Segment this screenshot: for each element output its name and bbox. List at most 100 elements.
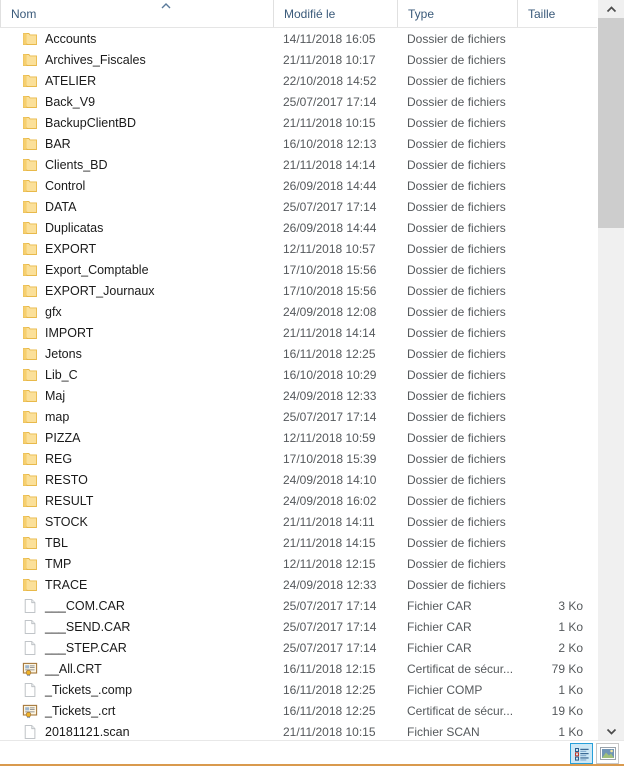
file-type-cell: Dossier de fichiers (407, 472, 506, 487)
file-size-cell: 79 Ko (551, 661, 583, 676)
vertical-scrollbar[interactable] (597, 0, 624, 766)
table-row[interactable]: Jetons 16/11/2018 12:25 Dossier de fichier… (0, 343, 597, 364)
folder-icon (22, 430, 38, 446)
table-row[interactable]: RESULT 24/09/2018 16:02 Dossier de fichier… (0, 490, 597, 511)
file-name-label: TBL (45, 535, 68, 550)
file-modified-cell: 21/11/2018 14:11 (283, 514, 375, 529)
file-name-cell: BackupClientBD (0, 115, 273, 131)
file-type-cell: Dossier de fichiers (407, 220, 506, 235)
file-name-label: gfx (45, 304, 62, 319)
file-type-cell: Certificat de sécur... (407, 661, 514, 676)
file-list[interactable]: Accounts 14/11/2018 16:05 Dossier de fichi… (0, 28, 597, 766)
table-row[interactable]: DATA 25/07/2017 17:14 Dossier de fichiers (0, 196, 597, 217)
table-row[interactable]: Accounts 14/11/2018 16:05 Dossier de fichi… (0, 28, 597, 49)
folder-icon (22, 367, 38, 383)
file-modified-cell: 16/10/2018 12:13 (283, 136, 377, 151)
blank-document-icon (22, 640, 38, 656)
table-row[interactable]: TBL 21/11/2018 14:15 Dossier de fichiers (0, 532, 597, 553)
folder-icon (22, 199, 38, 215)
file-name-label: BAR (45, 136, 71, 151)
table-row[interactable]: Lib_C 16/10/2018 10:29 Dossier de fichiers (0, 364, 597, 385)
file-type-cell: Dossier de fichiers (407, 136, 506, 151)
table-row[interactable]: RESTO 24/09/2018 14:10 Dossier de fichiers (0, 469, 597, 490)
column-header-name[interactable]: Nom (0, 0, 273, 27)
file-name-cell: TBL (0, 535, 273, 551)
table-row[interactable]: IMPORT 21/11/2018 14:14 Dossier de fichier… (0, 322, 597, 343)
table-row[interactable]: ___STEP.CAR 25/07/2017 17:14 Fichier CAR 2 … (0, 637, 597, 658)
table-row[interactable]: Duplicatas 26/09/2018 14:44 Dossier de fic… (0, 217, 597, 238)
file-name-cell: Archives_Fiscales (0, 52, 273, 68)
file-name-label: EXPORT (45, 241, 97, 256)
file-name-cell: ___SEND.CAR (0, 619, 273, 635)
table-row[interactable]: ___SEND.CAR 25/07/2017 17:14 Fichier CAR 1 … (0, 616, 597, 637)
file-size-cell: 3 Ko (558, 598, 583, 613)
scrollbar-thumb[interactable] (598, 18, 624, 228)
file-modified-cell: 26/09/2018 14:44 (283, 178, 377, 193)
file-modified-cell: 16/11/2018 12:15 (283, 661, 376, 676)
file-name-label: _Tickets_.comp (45, 682, 133, 697)
table-row[interactable]: Archives_Fiscales 21/11/2018 10:17 Dossier… (0, 49, 597, 70)
table-row[interactable]: STOCK 21/11/2018 14:11 Dossier de fichiers (0, 511, 597, 532)
file-name-label: map (45, 409, 70, 424)
file-type-cell: Dossier de fichiers (407, 283, 506, 298)
blank-document-icon (22, 619, 38, 635)
folder-icon (22, 304, 38, 320)
table-row[interactable]: EXPORT_Journaux 17/10/2018 15:56 Dossier d… (0, 280, 597, 301)
file-modified-cell: 17/10/2018 15:56 (283, 283, 377, 298)
blank-document-icon (22, 682, 38, 698)
table-row[interactable]: ATELIER 22/10/2018 14:52 Dossier de fichie… (0, 70, 597, 91)
folder-icon (22, 556, 38, 572)
file-name-cell: REG (0, 451, 273, 467)
file-name-label: Control (45, 178, 86, 193)
column-header-size-label: Taille (528, 6, 556, 21)
file-name-label: STOCK (45, 514, 88, 529)
table-row[interactable]: gfx 24/09/2018 12:08 Dossier de fichiers (0, 301, 597, 322)
file-name-label: Accounts (45, 31, 97, 46)
table-row[interactable]: map 25/07/2017 17:14 Dossier de fichiers (0, 406, 597, 427)
scroll-up-button[interactable] (598, 0, 624, 18)
table-row[interactable]: BAR 16/10/2018 12:13 Dossier de fichiers (0, 133, 597, 154)
column-header-modified[interactable]: Modifié le (273, 0, 397, 27)
table-row[interactable]: _Tickets_.crt 16/11/2018 12:25 Certificat … (0, 700, 597, 721)
large-icons-view-button[interactable] (596, 743, 619, 764)
file-type-cell: Fichier SCAN (407, 724, 480, 739)
file-type-cell: Dossier de fichiers (407, 430, 506, 445)
table-row[interactable]: TRACE 24/09/2018 12:33 Dossier de fichiers (0, 574, 597, 595)
file-name-label: BackupClientBD (45, 115, 137, 130)
table-row[interactable]: Export_Comptable 17/10/2018 15:56 Dossier … (0, 259, 597, 280)
file-type-cell: Dossier de fichiers (407, 451, 506, 466)
file-modified-cell: 21/11/2018 14:14 (283, 325, 376, 340)
table-row[interactable]: Maj 24/09/2018 12:33 Dossier de fichiers (0, 385, 597, 406)
folder-icon (22, 514, 38, 530)
table-row[interactable]: __All.CRT 16/11/2018 12:15 Certificat de s… (0, 658, 597, 679)
table-row[interactable]: Control 26/09/2018 14:44 Dossier de fichie… (0, 175, 597, 196)
file-name-label: Duplicatas (45, 220, 104, 235)
table-row[interactable]: Clients_BD 21/11/2018 14:14 Dossier de fic… (0, 154, 597, 175)
file-name-cell: Back_V9 (0, 94, 273, 110)
folder-icon (22, 31, 38, 47)
table-row[interactable]: 20181121.scan 21/11/2018 10:15 Fichier SCA… (0, 721, 597, 742)
table-row[interactable]: REG 17/10/2018 15:39 Dossier de fichiers (0, 448, 597, 469)
table-row[interactable]: TMP 12/11/2018 12:15 Dossier de fichiers (0, 553, 597, 574)
file-type-cell: Dossier de fichiers (407, 493, 506, 508)
table-row[interactable]: BackupClientBD 21/11/2018 10:15 Dossier de… (0, 112, 597, 133)
file-name-label: Maj (45, 388, 66, 403)
file-type-cell: Fichier CAR (407, 619, 472, 634)
file-size-cell: 19 Ko (551, 703, 583, 718)
table-row[interactable]: ___COM.CAR 25/07/2017 17:14 Fichier CAR 3 K… (0, 595, 597, 616)
file-name-cell: BAR (0, 136, 273, 152)
file-type-cell: Dossier de fichiers (407, 556, 506, 571)
table-row[interactable]: PIZZA 12/11/2018 10:59 Dossier de fichiers (0, 427, 597, 448)
file-name-cell: TMP (0, 556, 273, 572)
table-row[interactable]: EXPORT 12/11/2018 10:57 Dossier de fichier… (0, 238, 597, 259)
certificate-icon (22, 661, 38, 677)
table-row[interactable]: Back_V9 25/07/2017 17:14 Dossier de fichie… (0, 91, 597, 112)
scroll-down-button[interactable] (598, 722, 624, 740)
table-row[interactable]: _Tickets_.comp 16/11/2018 12:25 Fichier CO… (0, 679, 597, 700)
details-view-button[interactable] (570, 743, 593, 764)
file-type-cell: Dossier de fichiers (407, 388, 506, 403)
file-modified-cell: 21/11/2018 10:15 (283, 724, 376, 739)
column-header-type[interactable]: Type (397, 0, 517, 27)
file-type-cell: Dossier de fichiers (407, 52, 506, 67)
column-header-size[interactable]: Taille (517, 0, 597, 27)
